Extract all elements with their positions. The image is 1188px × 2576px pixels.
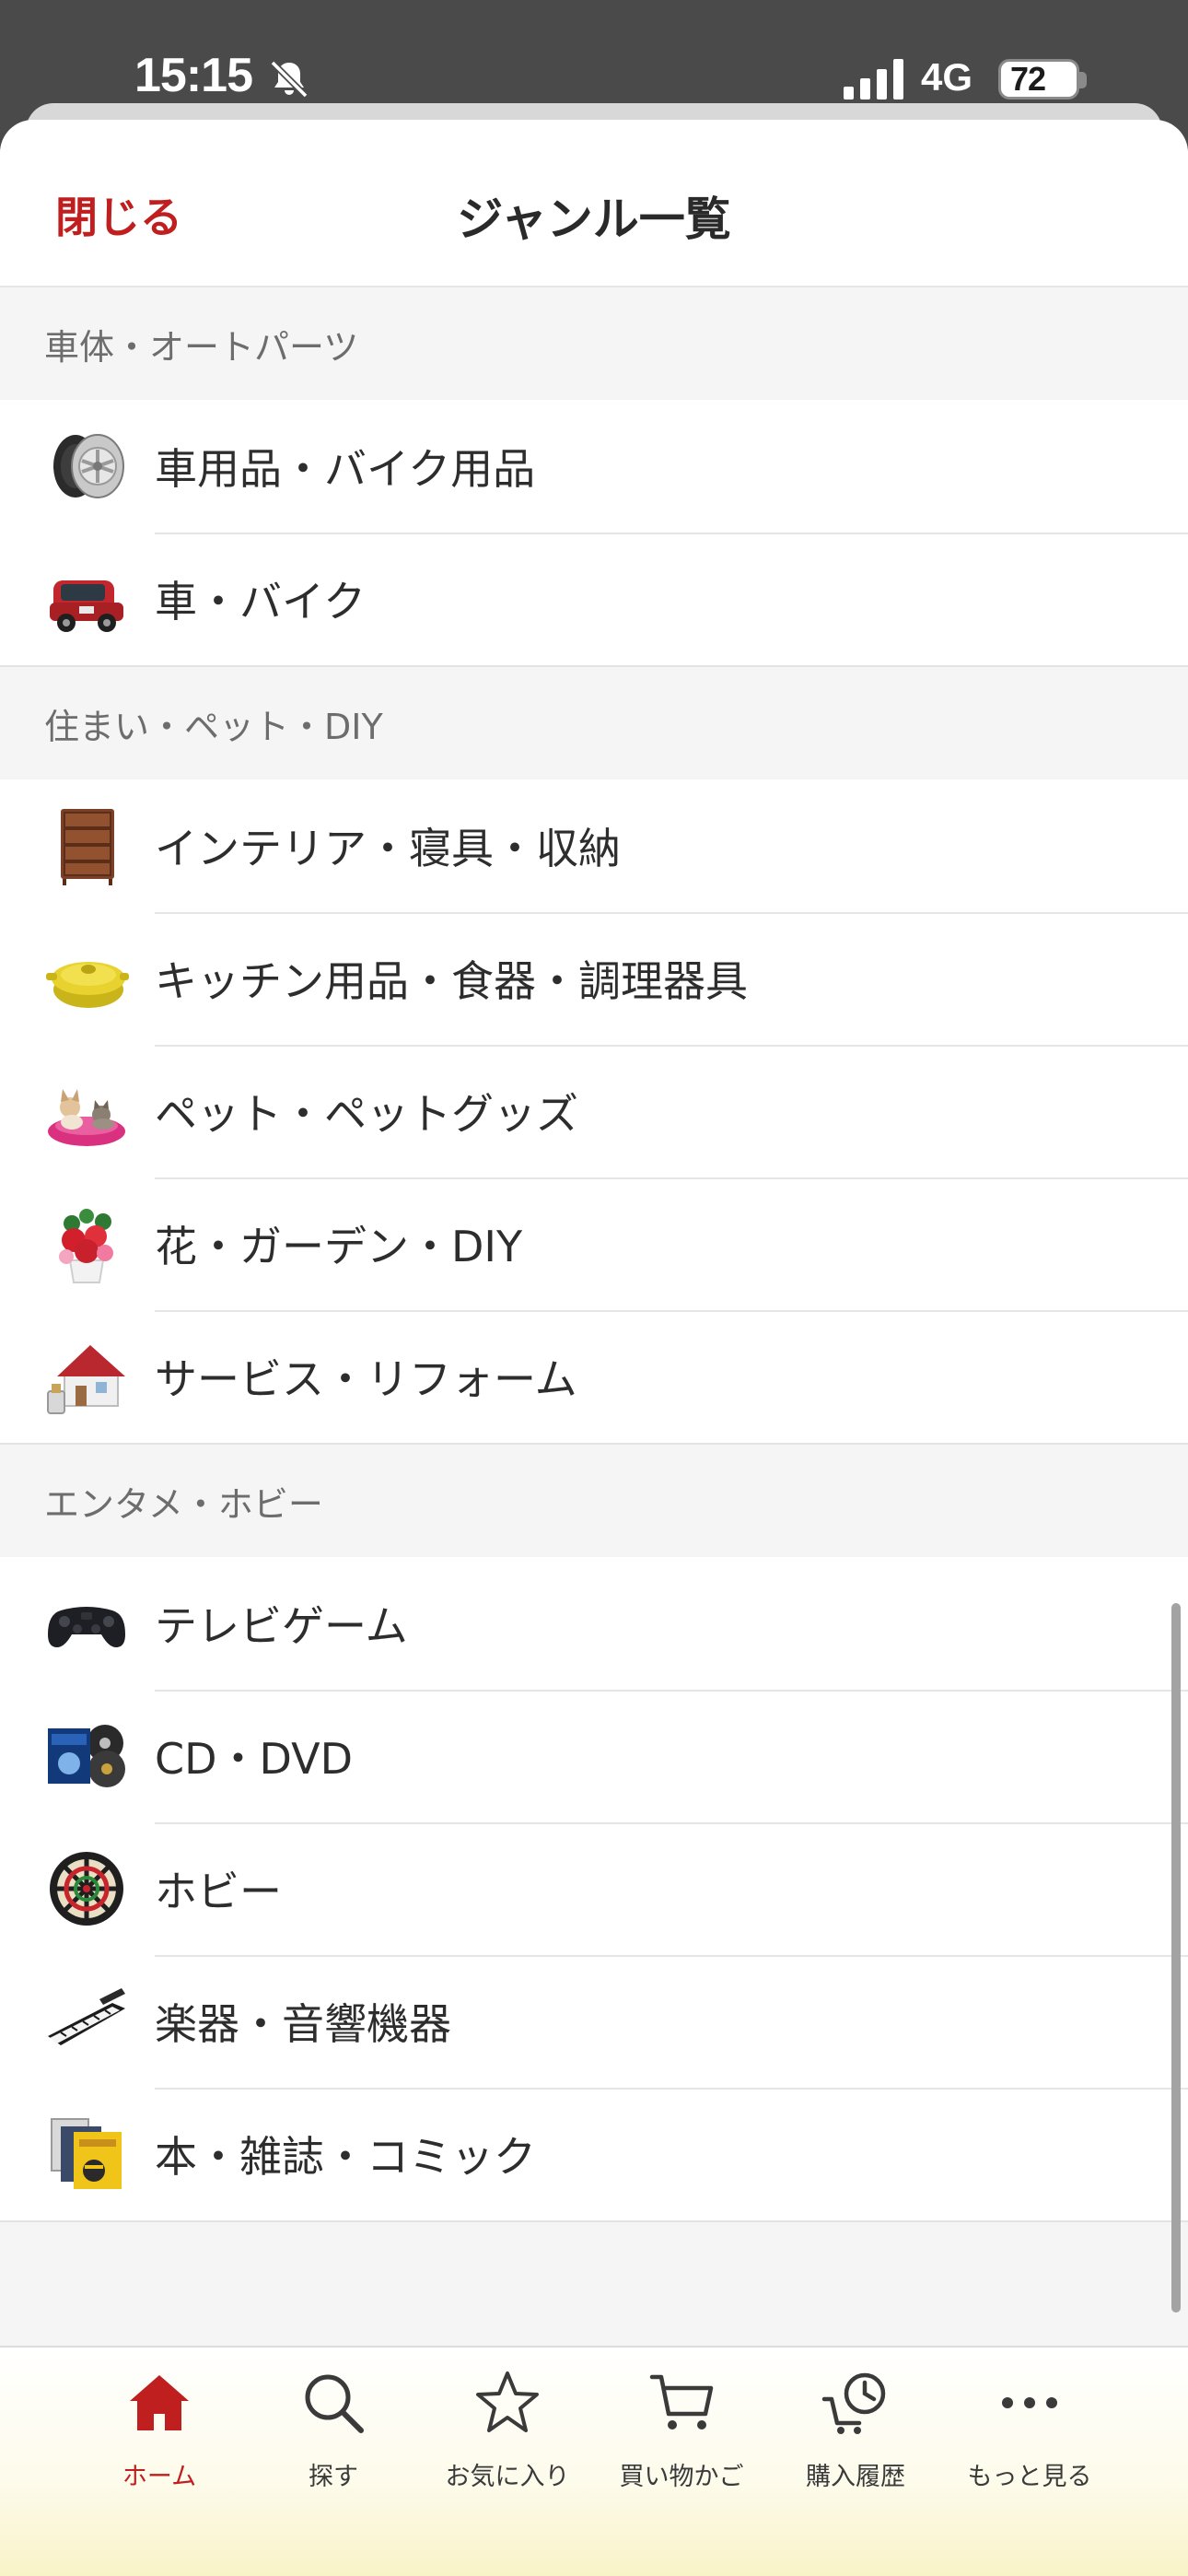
genre-list: 車体・オートパーツ 車用品・バイク用品 車・バイク 住まい・ペット・DIY イン… — [0, 287, 1188, 2222]
genre-item-label: 本・雑誌・コミック — [155, 2132, 536, 2182]
tab-favorites[interactable]: お気に入り — [420, 2366, 595, 2504]
tab-bar: ホーム 探す お気に入り 買い物かご 購入履歴 もっと見る — [0, 2346, 1188, 2576]
section-header-entertainment: エンタメ・ホビー — [0, 1445, 1188, 1557]
status-bar: 15:15 4G 72 — [0, 0, 1188, 120]
cellular-signal-icon — [844, 59, 903, 100]
purchase-history-icon — [819, 2366, 892, 2440]
genre-item-label: サービス・リフォーム — [155, 1354, 577, 1404]
tab-home[interactable]: ホーム — [72, 2366, 247, 2504]
tab-search[interactable]: 探す — [246, 2366, 421, 2504]
genre-item-kitchen[interactable]: キッチン用品・食器・調理器具 — [0, 912, 1188, 1045]
genre-list-sheet: 閉じる ジャンル一覧 車体・オートパーツ 車用品・バイク用品 車・バイク 住まい… — [0, 120, 1188, 2576]
tire-wheel-icon — [44, 426, 129, 507]
genre-item-service[interactable]: サービス・リフォーム — [0, 1310, 1188, 1443]
genre-item-label: 車・バイク — [155, 577, 367, 626]
genre-item-label: CD・DVD — [155, 1734, 354, 1784]
page-title: ジャンル一覧 — [457, 193, 731, 246]
status-time: 15:15 — [134, 49, 253, 102]
genre-item-pet[interactable]: ペット・ペットグッズ — [0, 1045, 1188, 1177]
genre-item-label: ペット・ペットグッズ — [155, 1089, 578, 1139]
genre-item-interior[interactable]: インテリア・寝具・収納 — [0, 779, 1188, 912]
tab-label: 探す — [309, 2463, 358, 2491]
tab-label: 購入履歴 — [806, 2463, 905, 2491]
tab-purchase-history[interactable]: 購入履歴 — [768, 2366, 943, 2504]
battery-level: 72 — [1010, 60, 1046, 98]
cart-icon — [645, 2366, 718, 2440]
section-auto: 車用品・バイク用品 車・バイク — [0, 400, 1188, 667]
dartboard-icon — [44, 1848, 129, 1929]
game-controller-icon — [44, 1583, 129, 1664]
genre-item-video-game[interactable]: テレビゲーム — [0, 1557, 1188, 1690]
genre-item-hobby[interactable]: ホビー — [0, 1822, 1188, 1955]
bell-slash-icon — [270, 60, 309, 99]
section-home: インテリア・寝具・収納 キッチン用品・食器・調理器具 ペット・ペットグッズ 花・… — [0, 779, 1188, 1445]
flower-arrangement-icon — [44, 1203, 129, 1284]
red-car-icon — [44, 558, 129, 639]
genre-item-label: 花・ガーデン・DIY — [155, 1222, 523, 1271]
scrollbar[interactable] — [1171, 1603, 1181, 2313]
tab-label: お気に入り — [445, 2463, 570, 2491]
genre-item-label: 楽器・音響機器 — [155, 1999, 451, 2049]
books-icon — [44, 2113, 129, 2195]
tab-cart[interactable]: 買い物かご — [594, 2366, 769, 2504]
sheet-header: 閉じる ジャンル一覧 — [0, 120, 1188, 287]
tab-label: ホーム — [122, 2463, 197, 2491]
genre-item-label: 車用品・バイク用品 — [155, 444, 536, 494]
section-entertainment: テレビゲーム CD・DVD ホビー 楽器・音響機器 本・雑誌・コミック — [0, 1557, 1188, 2222]
disc-case-icon — [44, 1715, 129, 1797]
tab-label: もっと見る — [967, 2463, 1092, 2491]
genre-item-books[interactable]: 本・雑誌・コミック — [0, 2088, 1188, 2220]
section-header-home: 住まい・ペット・DIY — [0, 667, 1188, 779]
more-icon — [993, 2366, 1066, 2440]
search-icon — [297, 2366, 370, 2440]
genre-item-garden[interactable]: 花・ガーデン・DIY — [0, 1177, 1188, 1310]
pet-bed-icon — [44, 1071, 129, 1152]
genre-item-car-bike[interactable]: 車・バイク — [0, 533, 1188, 665]
battery-icon: 72 — [998, 59, 1079, 100]
star-icon — [471, 2366, 544, 2440]
genre-item-instruments[interactable]: 楽器・音響機器 — [0, 1955, 1188, 2088]
genre-item-label: キッチン用品・食器・調理器具 — [155, 956, 748, 1006]
house-icon — [44, 1336, 129, 1417]
genre-item-label: テレビゲーム — [155, 1601, 408, 1651]
tab-label: 買い物かご — [619, 2463, 744, 2491]
section-header-auto: 車体・オートパーツ — [0, 287, 1188, 400]
cooking-pot-icon — [44, 938, 129, 1019]
battery-tip — [1079, 72, 1087, 88]
network-type: 4G — [921, 55, 973, 99]
genre-item-label: インテリア・寝具・収納 — [155, 824, 621, 873]
keyboard-piano-icon — [44, 1981, 129, 2062]
genre-item-label: ホビー — [155, 1867, 282, 1916]
home-icon — [122, 2366, 196, 2440]
genre-item-car-bike-goods[interactable]: 車用品・バイク用品 — [0, 400, 1188, 533]
genre-item-cd-dvd[interactable]: CD・DVD — [0, 1690, 1188, 1822]
chest-of-drawers-icon — [44, 805, 129, 886]
tab-more[interactable]: もっと見る — [942, 2366, 1117, 2504]
